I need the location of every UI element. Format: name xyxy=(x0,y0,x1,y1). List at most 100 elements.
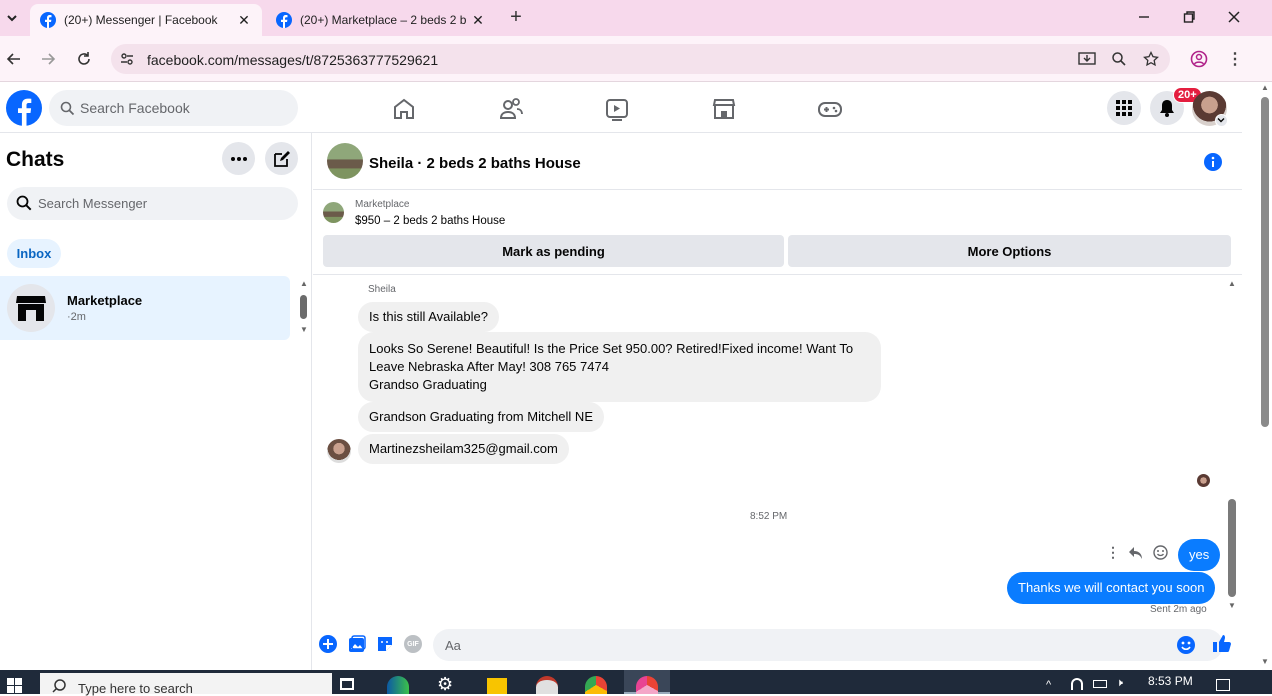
tab-title: (20+) Marketplace – 2 beds 2 b xyxy=(300,13,467,27)
conversation-avatar[interactable] xyxy=(327,143,363,179)
message-composer: GIF Aa xyxy=(313,626,1242,666)
incoming-message[interactable]: Martinezsheilam325@gmail.com xyxy=(358,434,569,464)
address-bar[interactable]: facebook.com/messages/t/8725363777529621 xyxy=(111,44,1170,74)
friends-icon[interactable] xyxy=(498,96,524,122)
message-input[interactable]: Aa xyxy=(433,629,1223,661)
search-placeholder: Search Facebook xyxy=(80,100,190,116)
reload-icon[interactable] xyxy=(74,49,94,69)
minimize-icon[interactable] xyxy=(1134,7,1154,27)
add-plus-icon[interactable] xyxy=(319,635,337,653)
message-more-icon[interactable]: ⋮ xyxy=(1106,544,1120,561)
tray-chevron-icon[interactable]: ^ xyxy=(1046,679,1051,691)
page-scrollbar[interactable]: ▲ ▼ xyxy=(1258,83,1272,670)
file-explorer-icon[interactable] xyxy=(487,678,507,694)
message-placeholder: Aa xyxy=(445,638,461,653)
search-placeholder: Search Messenger xyxy=(38,196,148,211)
outgoing-message[interactable]: Thanks we will contact you soon xyxy=(1007,572,1216,604)
tab-close-icon[interactable]: ✕ xyxy=(470,12,486,29)
browser-tab-strip: (20+) Messenger | Facebook ✕ (20+) Marke… xyxy=(0,0,1272,36)
chat-list-scrollbar[interactable]: ▲ ▼ xyxy=(298,279,310,335)
chrome-icon xyxy=(636,676,658,694)
zoom-icon[interactable] xyxy=(1109,49,1129,69)
app-icon[interactable] xyxy=(536,676,558,694)
chat-name: Marketplace xyxy=(67,293,143,308)
thread-scrollbar[interactable]: ▲ ▼ xyxy=(1227,279,1239,613)
emoji-icon[interactable] xyxy=(1177,636,1195,654)
notification-center-icon[interactable] xyxy=(1216,679,1230,691)
menu-grid-icon[interactable] xyxy=(1107,91,1141,125)
info-icon[interactable] xyxy=(1204,153,1222,171)
account-chevron-icon[interactable] xyxy=(1215,114,1228,127)
wifi-icon[interactable] xyxy=(1071,678,1083,690)
message-line: Grandso Graduating xyxy=(369,377,487,392)
chat-time: ·2m xyxy=(67,311,86,323)
listing-title[interactable]: $950 – 2 beds 2 baths House xyxy=(355,215,505,227)
attach-image-icon[interactable] xyxy=(348,635,366,653)
tab-messenger[interactable]: (20+) Messenger | Facebook ✕ xyxy=(30,4,262,36)
clock-time[interactable]: 8:53 PM xyxy=(1148,674,1193,688)
facebook-search-input[interactable]: Search Facebook xyxy=(49,90,298,126)
read-receipt-avatar xyxy=(1197,474,1210,487)
sent-status: Sent 2m ago xyxy=(1150,604,1207,615)
close-window-icon[interactable] xyxy=(1224,7,1244,27)
settings-gear-icon[interactable]: ⚙ xyxy=(437,675,453,693)
url-text[interactable]: facebook.com/messages/t/8725363777529621 xyxy=(147,52,438,68)
tab-close-icon[interactable]: ✕ xyxy=(236,12,252,29)
facebook-favicon-icon xyxy=(276,12,292,28)
chat-options-icon[interactable] xyxy=(222,142,255,175)
thumbs-up-icon[interactable] xyxy=(1212,633,1232,653)
browser-toolbar: facebook.com/messages/t/8725363777529621… xyxy=(0,36,1272,82)
task-view-icon[interactable] xyxy=(340,678,354,690)
gif-icon[interactable]: GIF xyxy=(404,635,422,653)
more-options-button[interactable]: More Options xyxy=(788,235,1231,267)
site-settings-icon[interactable] xyxy=(117,49,137,69)
chrome-icon[interactable] xyxy=(585,676,607,694)
incoming-message[interactable]: Grandson Graduating from Mitchell NE xyxy=(358,402,604,432)
install-app-icon[interactable] xyxy=(1077,49,1097,69)
windows-taskbar: Type here to search ⚙ ^ 🕨 8:53 PM xyxy=(0,670,1272,696)
back-arrow-icon[interactable] xyxy=(4,49,24,69)
taskbar-search-input[interactable]: Type here to search xyxy=(40,673,332,696)
listing-thumbnail[interactable] xyxy=(323,202,344,223)
mark-as-pending-button[interactable]: Mark as pending xyxy=(323,235,784,267)
facebook-logo-icon[interactable] xyxy=(6,90,42,126)
reply-icon[interactable] xyxy=(1128,546,1143,560)
battery-icon[interactable] xyxy=(1093,680,1107,688)
windows-start-icon[interactable] xyxy=(7,678,23,694)
gaming-icon[interactable] xyxy=(817,96,843,122)
marketplace-icon[interactable] xyxy=(711,96,737,122)
incoming-message[interactable]: Is this still Available? xyxy=(358,302,499,332)
home-icon[interactable] xyxy=(391,96,417,122)
edge-browser-icon[interactable] xyxy=(387,676,409,694)
facebook-favicon-icon xyxy=(40,12,56,28)
profile-icon[interactable] xyxy=(1189,49,1209,69)
marketplace-label: Marketplace xyxy=(355,199,410,210)
volume-muted-icon[interactable]: 🕨 xyxy=(1116,677,1123,690)
browser-menu-icon[interactable]: ⋮ xyxy=(1225,49,1245,69)
watch-video-icon[interactable] xyxy=(604,96,630,122)
time-divider: 8:52 PM xyxy=(750,511,788,522)
inbox-tab[interactable]: Inbox xyxy=(7,239,61,268)
message-thread: Sheila Is this still Available? Looks So… xyxy=(313,276,1228,624)
new-message-icon[interactable] xyxy=(265,142,298,175)
tab-marketplace[interactable]: (20+) Marketplace – 2 beds 2 b ✕ xyxy=(266,4,496,36)
sender-avatar[interactable] xyxy=(327,439,351,463)
sticker-icon[interactable] xyxy=(376,635,394,653)
search-icon xyxy=(52,679,66,693)
messenger-search-input[interactable]: Search Messenger xyxy=(7,187,298,220)
message-line: Looks So Serene! Beautiful! Is the Price… xyxy=(369,341,854,356)
message-line: Leave Nebraska After May! 308 765 7474 xyxy=(369,359,609,374)
marketplace-listing-bar: Marketplace $950 – 2 beds 2 baths House … xyxy=(313,191,1242,275)
bookmark-star-icon[interactable] xyxy=(1141,49,1161,69)
chrome-profile-taskbar-button[interactable] xyxy=(624,670,670,694)
new-tab-plus-icon[interactable]: + xyxy=(506,6,526,28)
restore-icon[interactable] xyxy=(1179,7,1199,27)
forward-arrow-icon[interactable] xyxy=(38,49,58,69)
search-icon xyxy=(57,98,77,118)
outgoing-message[interactable]: yes xyxy=(1178,539,1221,571)
chat-list-item[interactable]: Marketplace ·2m xyxy=(0,276,290,340)
react-smiley-icon[interactable] xyxy=(1153,545,1168,560)
incoming-message[interactable]: Looks So Serene! Beautiful! Is the Price… xyxy=(358,332,881,402)
conversation-title[interactable]: Sheila · 2 beds 2 baths House xyxy=(369,155,581,172)
tab-search-chevron-icon[interactable] xyxy=(2,8,22,28)
